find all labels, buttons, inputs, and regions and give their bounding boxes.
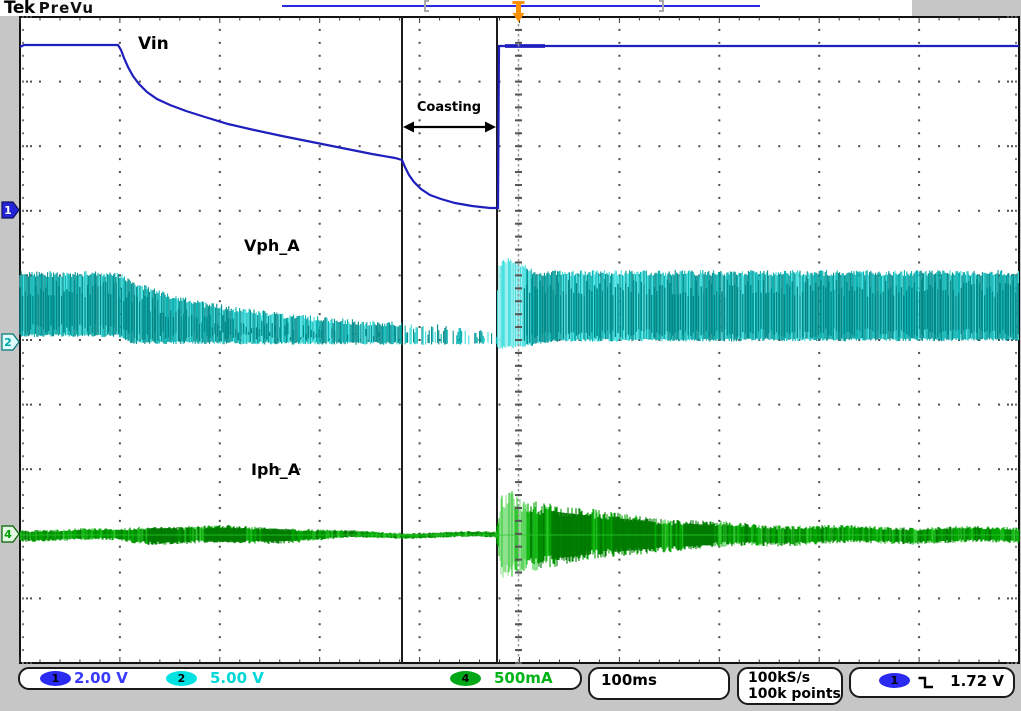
record-length-value: 100k points	[748, 686, 841, 702]
channel-position-markers: 1 2 4	[2, 202, 19, 542]
trigger-level-value: 1.72 V	[950, 672, 1004, 690]
channel-4-badge: 4	[450, 671, 481, 686]
iph-a-trace-label: Iph_A	[251, 460, 300, 479]
sample-rate-value: 100kS/s	[748, 670, 810, 686]
falling-edge-icon	[917, 675, 935, 690]
trigger-source-badge: 1	[879, 673, 910, 688]
channel-readout-box: 1 2.00 V 2 5.00 V 4 500mA	[18, 667, 582, 690]
channel-2-badge: 2	[166, 671, 197, 686]
vin-trace-label: Vin	[138, 34, 169, 54]
svg-text:2: 2	[4, 336, 12, 349]
timebase-readout-box: 100ms	[588, 667, 730, 700]
timebase-value: 100ms	[601, 671, 657, 689]
channel-2-scale: 5.00 V	[210, 669, 264, 687]
coasting-annotation: Coasting	[401, 100, 497, 115]
svg-text:1: 1	[4, 204, 12, 217]
trigger-readout-box: 1 1.72 V	[849, 667, 1015, 698]
channel-1-badge: 1	[40, 671, 71, 686]
channel-1-scale: 2.00 V	[74, 669, 128, 687]
channel-4-scale: 500mA	[494, 669, 553, 687]
acquisition-readout-box: 100kS/s 100k points	[737, 667, 843, 705]
svg-text:4: 4	[4, 528, 12, 541]
scope-display: 1 2 4	[0, 0, 1021, 711]
oscilloscope-screen: TekPreVu 124 Vin Vph_A Iph_A Coasting 1 …	[0, 0, 1021, 711]
vph-a-trace-label: Vph_A	[244, 236, 300, 255]
